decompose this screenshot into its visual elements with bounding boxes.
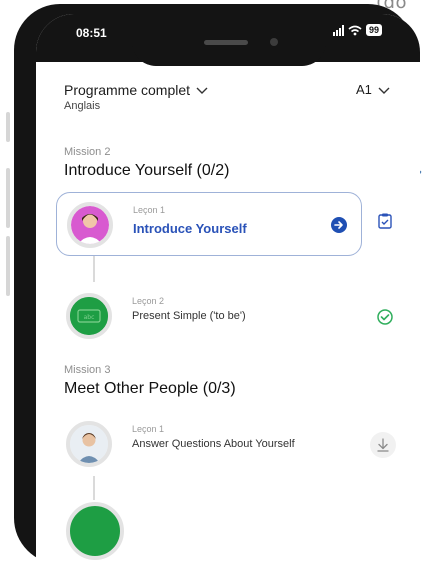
lesson-connector bbox=[93, 476, 95, 500]
chevron-down-icon bbox=[196, 87, 208, 95]
download-icon bbox=[377, 438, 389, 452]
mission-title: Meet Other People (0/3) bbox=[64, 380, 236, 397]
level-selector[interactable]: A1 bbox=[356, 82, 390, 97]
battery-icon: 99 bbox=[365, 24, 382, 36]
front-camera bbox=[270, 38, 278, 46]
lesson-card-answer-questions[interactable]: Leçon 1 Answer Questions About Yourself bbox=[56, 412, 360, 474]
lesson-name: Answer Questions About Yourself bbox=[132, 438, 295, 450]
lesson-avatar: abc bbox=[66, 293, 112, 339]
svg-text:abc: abc bbox=[84, 314, 95, 321]
phone-volume-up bbox=[6, 168, 10, 228]
lesson-avatar bbox=[66, 502, 124, 560]
phone-frame: 08:51 99 Programme complet Anglais A1 Mi… bbox=[14, 4, 420, 574]
phone-mute-switch bbox=[6, 112, 10, 142]
lesson-name: Present Simple ('to be') bbox=[132, 310, 246, 322]
notch bbox=[132, 14, 326, 66]
vocabulary-card-icon: abc bbox=[70, 297, 108, 335]
wifi-icon bbox=[348, 25, 362, 35]
check-circle-icon bbox=[377, 309, 393, 325]
signal-icon bbox=[332, 24, 344, 36]
lesson-number: Leçon 1 bbox=[132, 424, 165, 434]
person-avatar-icon bbox=[71, 206, 109, 244]
level-label: A1 bbox=[356, 82, 372, 97]
status-time: 08:51 bbox=[76, 26, 107, 40]
programme-selector[interactable]: Programme complet bbox=[64, 82, 208, 98]
lesson-name: Introduce Yourself bbox=[133, 221, 247, 236]
lesson-avatar bbox=[66, 421, 112, 467]
mission-label: Mission 2 bbox=[64, 146, 111, 158]
lesson-connector bbox=[93, 256, 95, 282]
mission-label: Mission 3 bbox=[64, 364, 111, 376]
programme-language: Anglais bbox=[64, 100, 101, 112]
mission-title: Introduce Yourself (0/2) bbox=[64, 162, 230, 179]
lesson-card-introduce-yourself[interactable]: Leçon 1 Introduce Yourself bbox=[56, 192, 362, 256]
speaker-grille bbox=[204, 40, 248, 45]
chevron-down-icon bbox=[378, 87, 390, 94]
lesson-card-present-simple[interactable]: abc Leçon 2 Present Simple ('to be') bbox=[56, 284, 360, 346]
download-button[interactable] bbox=[370, 432, 396, 458]
lesson-avatar bbox=[67, 202, 113, 248]
person-avatar-icon bbox=[70, 425, 108, 463]
phone-volume-down bbox=[6, 236, 10, 296]
lesson-number: Leçon 1 bbox=[133, 205, 166, 215]
clipboard-check-icon[interactable] bbox=[376, 212, 394, 230]
arrow-right-circle-icon[interactable] bbox=[331, 217, 347, 233]
status-bar: 08:51 99 bbox=[36, 14, 420, 66]
lesson-number: Leçon 2 bbox=[132, 296, 165, 306]
app-screen: 08:51 99 Programme complet Anglais A1 Mi… bbox=[36, 14, 420, 574]
programme-title: Programme complet bbox=[64, 82, 191, 98]
status-icons: 99 bbox=[332, 24, 382, 36]
